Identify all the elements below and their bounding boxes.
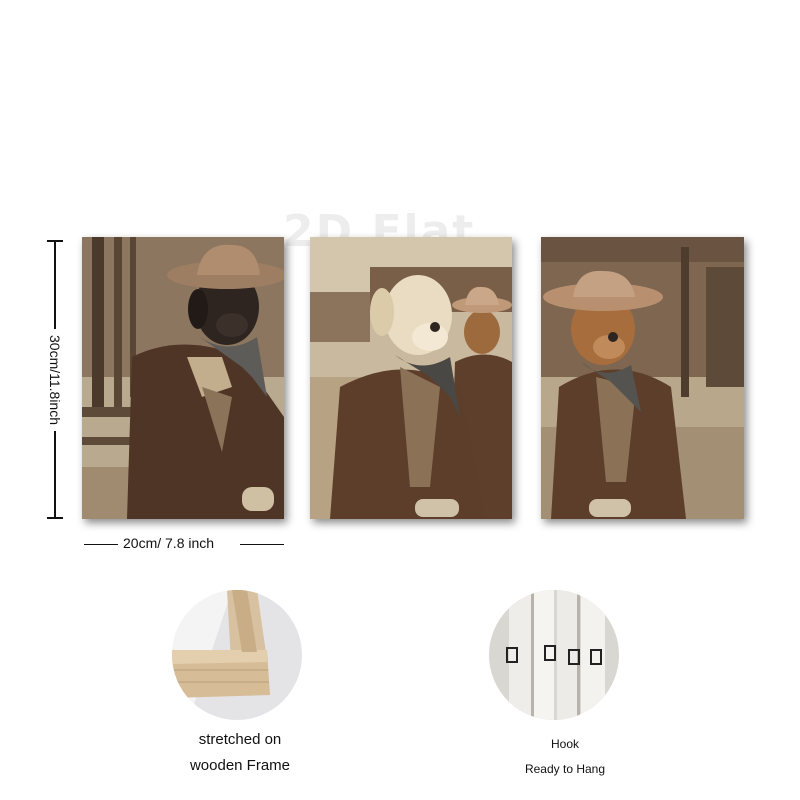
wooden-frame-icon — [172, 590, 302, 720]
dark-dog-cowboy-painting — [82, 237, 284, 519]
height-dimension-cap-bottom — [47, 517, 63, 519]
canvas-panel-3 — [541, 237, 744, 519]
hook-caption-line1: Hook — [550, 737, 579, 751]
frame-caption-line1: stretched on — [198, 731, 282, 748]
hook-caption-line2: Ready to Hang — [524, 762, 606, 776]
golden-dog-cowboy-painting — [541, 237, 744, 519]
yellow-dog-cowboy-painting — [310, 237, 512, 519]
canvas-panel-2 — [310, 237, 512, 519]
height-dimension-label: 30cm/11.8inch — [47, 328, 63, 432]
hook-icon — [489, 590, 619, 720]
frame-caption-line2: wooden Frame — [189, 757, 291, 774]
width-dimension-label: 20cm/ 7.8 inch — [123, 535, 215, 551]
canvas-panel-1 — [82, 237, 284, 519]
height-dimension-line-top — [54, 241, 56, 339]
width-dimension-line-left — [84, 544, 118, 545]
width-dimension-line-right — [240, 544, 284, 545]
height-dimension-line-bottom — [54, 424, 56, 518]
